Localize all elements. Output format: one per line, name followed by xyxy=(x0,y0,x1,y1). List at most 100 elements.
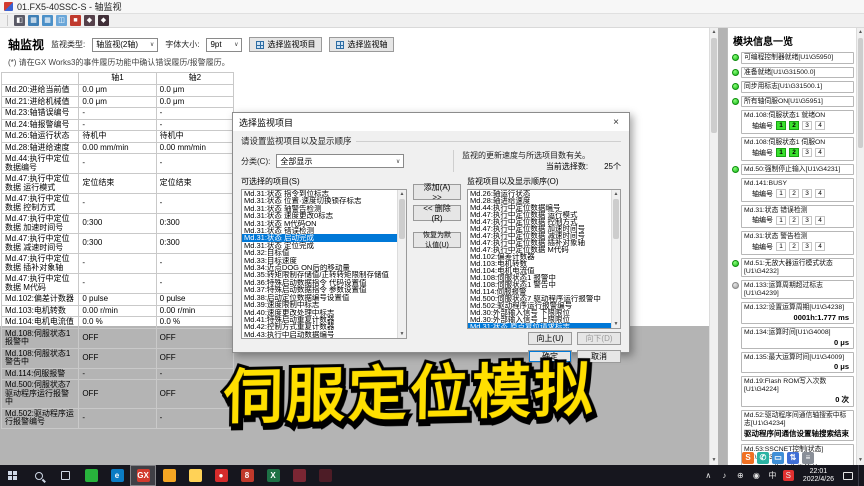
list-item[interactable]: Md.103:电机转数 xyxy=(468,260,620,267)
list-item[interactable]: Md.31:状态 定位完成 xyxy=(242,242,406,249)
taskbar-clock[interactable]: 22:01 2022/4/26 xyxy=(799,468,838,484)
restore-default-button[interactable]: 恢复为默认值(U) xyxy=(413,232,461,249)
scrollbar-thumb[interactable] xyxy=(399,199,405,239)
list-item[interactable]: Md.33:目标速度 xyxy=(242,257,406,264)
list-item[interactable]: Md.32:目标值 xyxy=(242,249,406,256)
toolbar-icon[interactable]: ▦ xyxy=(42,15,53,26)
toolbar-icon[interactable]: ▦ xyxy=(28,15,39,26)
taskbar-app-button[interactable]: 8 xyxy=(234,465,260,486)
scroll-up-icon[interactable]: ▲ xyxy=(398,190,406,198)
monitor-type-select[interactable]: 轴监视(2轴) ∨ xyxy=(92,37,159,52)
action-center-icon[interactable] xyxy=(843,471,853,480)
list-scrollbar[interactable]: ▲ ▼ xyxy=(397,190,406,338)
list-item[interactable]: Md.35:转矩限制存储值/正转转矩限制存储值 xyxy=(242,271,406,278)
show-desktop-button[interactable] xyxy=(858,465,861,486)
scroll-down-icon[interactable]: ▼ xyxy=(710,456,718,465)
list-item[interactable]: Md.31:状态 原点复位请求标志 xyxy=(468,323,620,328)
scrollbar-thumb[interactable] xyxy=(711,38,717,133)
list-item[interactable]: Md.47:执行中定位数据 加速时间号 xyxy=(468,225,620,232)
taskbar-app-button[interactable]: ● xyxy=(208,465,234,486)
start-button[interactable] xyxy=(0,465,26,486)
list-item[interactable]: Md.31:状态 速度更改0标志 xyxy=(242,212,406,219)
list-item[interactable]: Md.108:伺服状态1 报警中 xyxy=(468,274,620,281)
list-item[interactable]: Md.39:速度限制中标志 xyxy=(242,301,406,308)
list-item[interactable]: Md.31:状态 指令到位标志 xyxy=(242,190,406,197)
list-item[interactable]: Md.40:速度更改处理中标志 xyxy=(242,309,406,316)
list-item[interactable]: Md.31:状态 错误检测 xyxy=(242,227,406,234)
toolbar-icon[interactable]: ◆ xyxy=(98,15,109,26)
list-item[interactable]: Md.30:外部输入信号 下限限位 xyxy=(468,309,620,316)
toolbar-icon[interactable]: ◫ xyxy=(56,15,67,26)
remove-button[interactable]: << 删除(R) xyxy=(413,204,461,223)
add-button[interactable]: 添加(A) >> xyxy=(413,183,461,202)
tray-icon[interactable]: 中 xyxy=(767,470,778,481)
list-item[interactable]: Md.31:状态 位置·速度切换锁存标志 xyxy=(242,197,406,204)
list-item[interactable]: Md.44:执行中定位数据编号 xyxy=(468,204,620,211)
scroll-up-icon[interactable]: ▲ xyxy=(612,190,620,198)
font-size-select[interactable]: 9pt ∨ xyxy=(206,37,243,52)
list-item[interactable]: Md.31:状态 轴警告检测 xyxy=(242,205,406,212)
list-item[interactable]: Md.500:伺服状态7 驱动程序运行报警中 xyxy=(468,295,620,302)
float-tool-icon[interactable]: ≡ xyxy=(802,451,814,464)
toolbar-icon[interactable]: ■ xyxy=(70,15,81,26)
module-panel-scrollbar[interactable]: ▲ ▼ xyxy=(856,28,864,465)
close-icon[interactable]: × xyxy=(609,117,623,128)
list-item[interactable]: Md.47:执行中定位数据 M代码 xyxy=(468,246,620,253)
taskbar-app-button[interactable] xyxy=(156,465,182,486)
list-item[interactable]: Md.37:特殊启动数据指令 参数设置值 xyxy=(242,286,406,293)
scroll-up-icon[interactable]: ▲ xyxy=(857,28,864,37)
taskbar-app-button[interactable] xyxy=(182,465,208,486)
tray-icon[interactable]: ⊕ xyxy=(735,470,746,481)
taskbar-app-button[interactable]: e xyxy=(104,465,130,486)
list-item[interactable]: Md.36:特殊启动数据指令 代码设置值 xyxy=(242,279,406,286)
list-item[interactable]: Md.43:执行中启动数据编号 xyxy=(242,331,406,338)
task-view-button[interactable] xyxy=(52,465,78,486)
list-item[interactable]: Md.47:执行中定位数据 控制方式 xyxy=(468,218,620,225)
list-item[interactable]: Md.502:驱动程序运行报警编号 xyxy=(468,302,620,309)
window-titlebar[interactable]: 01.FX5-40SSC-S - 轴监视 xyxy=(0,0,864,14)
list-item[interactable]: Md.41:特殊启动重复计数器 xyxy=(242,316,406,323)
scroll-up-icon[interactable]: ▲ xyxy=(710,28,718,37)
list-item[interactable]: Md.108:伺服状态1 警告中 xyxy=(468,281,620,288)
list-item[interactable]: Md.31:状态 M代码ON xyxy=(242,220,406,227)
taskbar-app-button[interactable] xyxy=(312,465,338,486)
taskbar-search-button[interactable] xyxy=(26,465,52,486)
taskbar-app-button[interactable]: X xyxy=(260,465,286,486)
list-item[interactable]: Md.30:外部输入信号 上限限位 xyxy=(468,316,620,323)
scrollbar-thumb[interactable] xyxy=(613,199,619,239)
list-item[interactable]: Md.31:状态 启动完成 xyxy=(242,234,406,242)
list-item[interactable]: Md.47:执行中定位数据 减速时间号 xyxy=(468,232,620,239)
selectable-items-list[interactable]: Md.31:状态 指令到位标志 Md.31:状态 位置·速度切换锁存标志 Md.31… xyxy=(241,189,407,339)
scroll-down-icon[interactable]: ▼ xyxy=(857,456,864,465)
scrollbar-thumb[interactable] xyxy=(858,38,863,148)
taskbar-app-button[interactable] xyxy=(78,465,104,486)
scroll-down-icon[interactable]: ▼ xyxy=(612,320,620,328)
list-item[interactable]: Md.26:轴运行状态 xyxy=(468,190,620,197)
monitor-items-list[interactable]: Md.26:轴运行状态 Md.28:轴进给速度 Md.44:执行中定位数据编号 Md.… xyxy=(467,189,621,329)
tray-icon[interactable]: ∧ xyxy=(703,470,714,481)
tray-icon[interactable]: ♪ xyxy=(719,470,730,481)
list-item[interactable]: Md.104:电机电流值 xyxy=(468,267,620,274)
list-item[interactable]: Md.47:执行中定位数据 插补对象轴 xyxy=(468,239,620,246)
taskbar-app-button[interactable]: GX xyxy=(130,465,156,486)
tray-icon[interactable]: ◉ xyxy=(751,470,762,481)
category-select[interactable]: 全部显示 ∨ xyxy=(276,154,405,168)
list-item[interactable]: Md.47:执行中定位数据 运行模式 xyxy=(468,211,620,218)
toolbar-icon[interactable]: ◧ xyxy=(14,15,25,26)
select-monitor-axis-button[interactable]: 选择监视轴 xyxy=(329,37,395,52)
float-tool-icon[interactable]: ✆ xyxy=(757,451,769,464)
list-item[interactable]: Md.28:轴进给速度 xyxy=(468,197,620,204)
float-tool-icon[interactable]: ▭ xyxy=(772,451,784,464)
select-monitor-items-button[interactable]: 选择监视项目 xyxy=(249,37,323,52)
tray-icon[interactable]: S xyxy=(782,470,794,481)
dialog-titlebar[interactable]: 选择监视项目 × xyxy=(233,113,629,131)
list-scrollbar[interactable]: ▲ ▼ xyxy=(611,190,620,328)
list-item[interactable]: Md.114:伺服报警 xyxy=(468,288,620,295)
list-item[interactable]: Md.42:控制方式重复计数器 xyxy=(242,323,406,330)
main-scrollbar[interactable]: ▲ ▼ xyxy=(709,28,718,465)
toolbar-icon[interactable]: ◆ xyxy=(84,15,95,26)
float-tool-icon[interactable]: ⇅ xyxy=(787,451,799,464)
list-item[interactable]: Md.38:启动定位数据编号设置值 xyxy=(242,294,406,301)
taskbar-app-button[interactable] xyxy=(286,465,312,486)
list-item[interactable]: Md.102:偏差计数器 xyxy=(468,253,620,260)
